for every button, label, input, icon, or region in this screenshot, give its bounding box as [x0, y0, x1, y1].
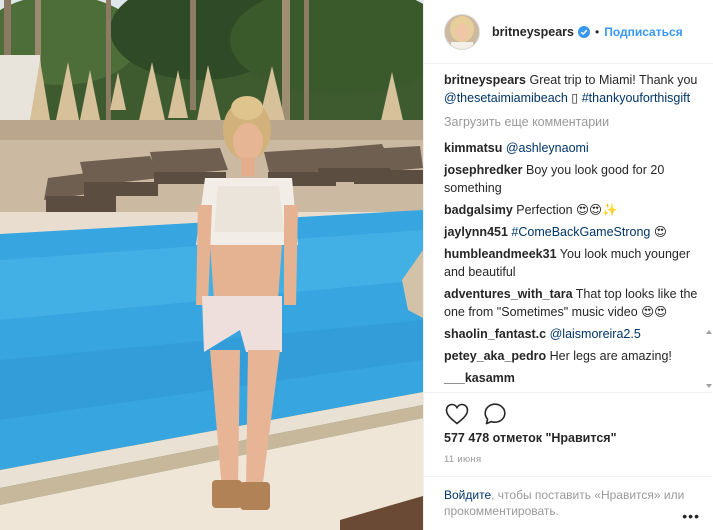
login-prompt: Войдите, чтобы поставить «Нравится» или …: [424, 476, 712, 530]
comment-mention[interactable]: @laismoreira2.5: [550, 327, 641, 341]
post-photo[interactable]: [0, 0, 423, 530]
caption: britneyspears Great trip to Miami! Thank…: [444, 71, 704, 107]
comment-username[interactable]: shaolin_fantast.c: [444, 327, 546, 341]
caption-text: Great trip to Miami! Thank you: [529, 73, 698, 87]
avatar-image: [445, 14, 479, 49]
comment-username[interactable]: jaylynn451: [444, 225, 508, 239]
more-dots-icon[interactable]: •••: [682, 508, 700, 524]
comment-item: shaolin_fantast.c @laismoreira2.5: [444, 325, 704, 343]
scroll-down-arrow-icon[interactable]: [706, 384, 712, 388]
photo-scene: [0, 0, 423, 530]
comment-username[interactable]: adventures_with_tara: [444, 287, 573, 301]
action-bar: [424, 392, 712, 426]
comment-username[interactable]: humbleandmeek31: [444, 247, 557, 261]
post-date[interactable]: 11 июня: [444, 454, 481, 465]
header-username[interactable]: britneyspears: [492, 25, 574, 39]
header-separator: •: [594, 24, 600, 39]
comment-username[interactable]: petey_aka_pedro: [444, 349, 546, 363]
heart-outline-icon: [445, 403, 469, 425]
comment-item: humbleandmeek31 You look much younger an…: [444, 245, 704, 281]
comment-username[interactable]: badgalsimy: [444, 203, 513, 217]
comments-scrollbar[interactable]: [705, 330, 713, 392]
verified-badge-icon: [577, 25, 590, 38]
like-button[interactable]: [444, 401, 470, 427]
comment-text: Perfection 😍😍✨: [516, 203, 618, 217]
comment-item: petey_aka_pedro Her legs are amazing!: [444, 347, 704, 365]
comments-list[interactable]: britneyspears Great trip to Miami! Thank…: [424, 71, 712, 391]
likes-count[interactable]: 577 478 отметок "Нравится": [444, 431, 617, 445]
scroll-up-arrow-icon[interactable]: [706, 330, 712, 334]
comment-item: ___kasamm: [444, 369, 704, 387]
login-link[interactable]: Войдите: [444, 488, 491, 502]
instagram-post: britneyspears • Подписаться britneyspear…: [0, 0, 713, 530]
caption-hashtag[interactable]: #thankyouforthisgift: [582, 91, 690, 105]
comment-username[interactable]: kimmatsu: [444, 141, 502, 155]
follow-button[interactable]: Подписаться: [604, 25, 682, 39]
caption-username[interactable]: britneyspears: [444, 73, 526, 87]
caption-emoji: ▯: [567, 91, 582, 105]
comment-username[interactable]: josephredker: [444, 163, 523, 177]
post-header: britneyspears • Подписаться: [424, 0, 713, 64]
comment-button[interactable]: [482, 401, 508, 427]
comment-hashtag[interactable]: #ComeBackGameStrong: [511, 225, 650, 239]
comment-item: jaylynn451 #ComeBackGameStrong 😍: [444, 223, 704, 241]
comment-mention[interactable]: @ashleynaomi: [506, 141, 589, 155]
comment-item: badgalsimy Perfection 😍😍✨: [444, 201, 704, 219]
speech-bubble-icon: [484, 402, 506, 424]
comment-item: adventures_with_tara That top looks like…: [444, 285, 704, 321]
avatar[interactable]: [444, 13, 480, 50]
caption-mention[interactable]: @thesetaimiamibeach: [444, 91, 568, 105]
post-sidebar: britneyspears • Подписаться britneyspear…: [423, 0, 713, 530]
comment-item: kimmatsu @ashleynaomi: [444, 139, 704, 157]
comment-username[interactable]: ___kasamm: [444, 371, 515, 385]
comment-item: josephredker Boy you look good for 20 so…: [444, 161, 704, 197]
comment-emoji: 😍: [650, 225, 667, 239]
load-more-comments-button[interactable]: Загрузить еще комментарии: [444, 113, 704, 131]
comment-text: Her legs are amazing!: [549, 349, 672, 363]
